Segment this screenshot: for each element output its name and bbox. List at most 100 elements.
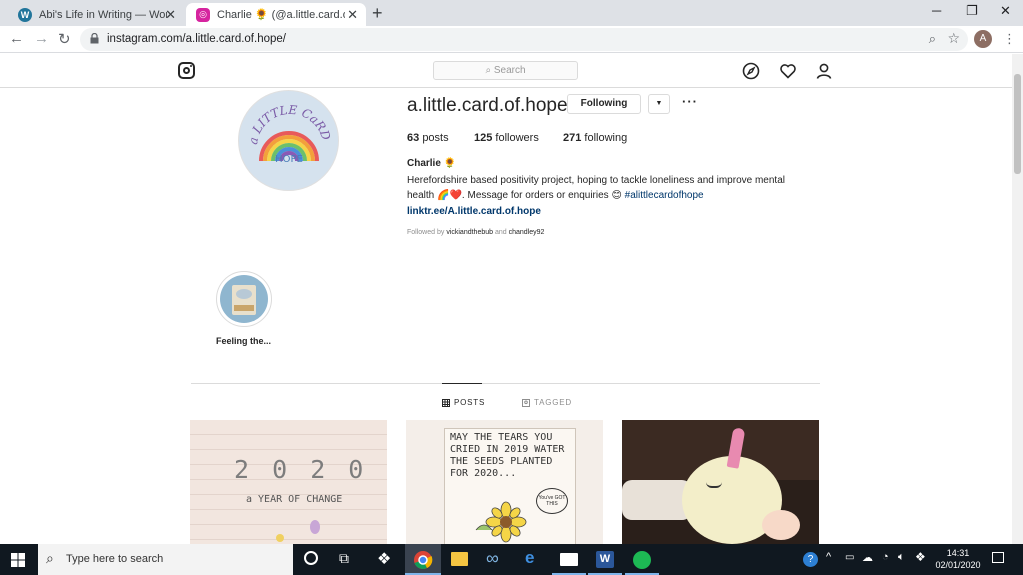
rainbow-logo-image: a LITTLE CaRD OF HOPE <box>239 91 334 165</box>
browser-tab-wordpress[interactable]: W Abi's Life in Writing — WordPres ✕ <box>8 3 184 26</box>
taskbar-search-placeholder: Type here to search <box>66 553 164 565</box>
search-input[interactable]: ⌕ Search <box>433 61 578 80</box>
page-scrollbar[interactable] <box>1012 54 1023 544</box>
taskbar-clock[interactable]: 14:31 02/01/2020 <box>930 547 986 571</box>
profile-picture[interactable]: a LITTLE CaRD OF HOPE <box>238 90 339 191</box>
close-window-icon[interactable]: ✕ <box>1000 3 1011 19</box>
edge-icon[interactable]: e <box>525 548 534 568</box>
wordpress-icon: W <box>18 7 32 22</box>
grid-icon <box>442 398 450 407</box>
dropbox-tray-icon[interactable]: ❖ <box>915 550 926 564</box>
followers-label: followers <box>495 132 539 144</box>
heart-icon[interactable] <box>779 62 797 80</box>
zoom-icon[interactable]: ⌕ <box>929 31 936 47</box>
browser-menu-icon[interactable]: ⋮ <box>1003 31 1016 47</box>
followers-count: 125 <box>474 132 493 144</box>
minimize-icon[interactable]: ─ <box>932 3 941 18</box>
cortana-icon[interactable] <box>304 551 318 565</box>
highlight-cover-image <box>220 275 268 323</box>
reload-icon[interactable]: ↻ <box>58 30 71 48</box>
instagram-icon: ◎ <box>196 7 210 22</box>
followed-by-user-link[interactable]: vickiandthebub <box>446 229 493 236</box>
browser-toolbar: ← → ↻ instagram.com/a.little.card.of.hop… <box>0 26 1023 53</box>
windows-start-icon[interactable] <box>11 553 25 567</box>
following-button[interactable]: Following <box>567 94 641 114</box>
tab-posts-label: POSTS <box>454 398 486 407</box>
close-tab-icon[interactable]: ✕ <box>347 7 358 23</box>
profile-icon[interactable] <box>815 62 833 80</box>
tray-expand-icon[interactable]: ^ <box>826 551 831 563</box>
followed-by-text: Followed by vickiandthebub and chandley9… <box>407 229 544 236</box>
restore-icon[interactable]: ❐ <box>966 3 978 19</box>
wifi-icon[interactable]: ◔ <box>882 551 889 563</box>
url-text: instagram.com/a.little.card.of.hope/ <box>107 33 286 45</box>
back-icon[interactable]: ← <box>9 30 24 47</box>
highlight-label: Feeling the... <box>216 336 272 346</box>
sunflower-drawing <box>475 501 527 543</box>
post-2020-heading: 2 0 2 0 <box>234 455 368 484</box>
profile-username: a.little.card.of.hope <box>407 95 568 116</box>
volume-icon[interactable]: 🔈︎ <box>898 551 905 564</box>
instagram-header: ⌕ Search <box>0 54 1012 88</box>
search-icon: ⌕ <box>485 65 494 76</box>
post-thumbnail-tears[interactable]: MAY THE TEARS YOU CRIED IN 2019 WATER TH… <box>406 420 603 544</box>
following-count: 271 <box>563 132 582 144</box>
word-icon[interactable]: W <box>596 551 614 568</box>
instagram-logo-icon[interactable] <box>178 62 195 79</box>
infinity-app-icon[interactable]: ∞ <box>486 548 499 569</box>
tagged-icon <box>522 398 530 407</box>
explore-compass-icon[interactable] <box>742 62 760 80</box>
tabs-divider <box>191 383 820 384</box>
followed-by-user-link[interactable]: chandley92 <box>509 229 545 236</box>
bio-external-link[interactable]: linktr.ee/A.little.card.of.hope <box>407 206 541 217</box>
post-thumbnail-unicorn[interactable] <box>622 420 819 544</box>
scrollbar-thumb[interactable] <box>1014 74 1021 174</box>
bio-line-2: health 🌈❤️. Message for orders or enquir… <box>407 190 704 201</box>
clock-time: 14:31 <box>946 548 970 558</box>
tab-tagged[interactable]: TAGGED <box>522 398 572 407</box>
clock-date: 02/01/2020 <box>935 560 981 570</box>
browser-tab-instagram[interactable]: ◎ Charlie 🌻 (@a.little.card.of.hope ✕ <box>186 3 366 26</box>
suggestions-dropdown-button[interactable]: ▼ <box>648 94 670 114</box>
task-view-icon[interactable]: ⧉ <box>339 550 349 567</box>
close-tab-icon[interactable]: ✕ <box>165 7 176 23</box>
new-tab-button[interactable]: + <box>372 3 383 24</box>
post-thumbnail-2020[interactable]: 2 0 2 0 a YEAR OF CHANGE <box>190 420 387 544</box>
active-tab-indicator <box>442 383 482 384</box>
tab-posts[interactable]: POSTS <box>442 398 485 407</box>
tab-title: Abi's Life in Writing — WordPres <box>39 8 167 21</box>
followed-by-prefix: Followed by <box>407 229 445 236</box>
post-2020-caption: a YEAR OF CHANGE <box>246 494 343 505</box>
taskbar-search-box[interactable]: ⌕ Type here to search <box>38 544 293 575</box>
help-icon[interactable]: ? <box>803 552 818 567</box>
battery-icon[interactable]: ▭ <box>845 552 854 563</box>
following-label: following <box>584 132 628 144</box>
windows-taskbar: ⌕ Type here to search ⧉ ❖ ∞ e W ? ^ ▭ ☁ … <box>0 544 1023 575</box>
action-center-icon[interactable] <box>992 552 1004 563</box>
address-bar[interactable]: instagram.com/a.little.card.of.hope/ ⌕ ☆ <box>80 28 968 51</box>
followers-stat[interactable]: 125 followers <box>474 132 539 144</box>
forward-icon[interactable]: → <box>34 30 49 47</box>
posts-label: posts <box>422 132 449 144</box>
following-stat[interactable]: 271 following <box>563 132 627 144</box>
spotify-icon[interactable] <box>633 551 651 569</box>
profile-full-name: Charlie 🌻 <box>407 158 457 169</box>
bio-hashtag-link[interactable]: #alittlecardofhope <box>625 190 704 201</box>
browser-tab-strip: W Abi's Life in Writing — WordPres ✕ ◎ C… <box>0 0 1023 26</box>
search-icon: ⌕ <box>46 550 54 566</box>
more-options-icon[interactable]: ··· <box>682 94 698 109</box>
dropbox-icon[interactable]: ❖ <box>377 549 391 569</box>
caret-down-icon: ▼ <box>655 100 663 107</box>
posts-count: 63 <box>407 132 420 144</box>
mail-icon[interactable] <box>560 553 578 566</box>
bio-line-1: Herefordshire based positivity project, … <box>407 175 785 186</box>
story-highlight[interactable] <box>216 271 272 327</box>
file-explorer-icon[interactable] <box>451 552 468 566</box>
search-placeholder: Search <box>493 65 526 76</box>
followed-by-and: and <box>494 229 507 236</box>
bio-line-2-text: health 🌈❤️. Message for orders or enquir… <box>407 190 622 201</box>
bookmark-star-icon[interactable]: ☆ <box>947 30 960 47</box>
chrome-icon[interactable] <box>413 550 433 570</box>
browser-profile-avatar[interactable]: A <box>974 30 992 48</box>
onedrive-icon[interactable]: ☁ <box>862 551 873 564</box>
